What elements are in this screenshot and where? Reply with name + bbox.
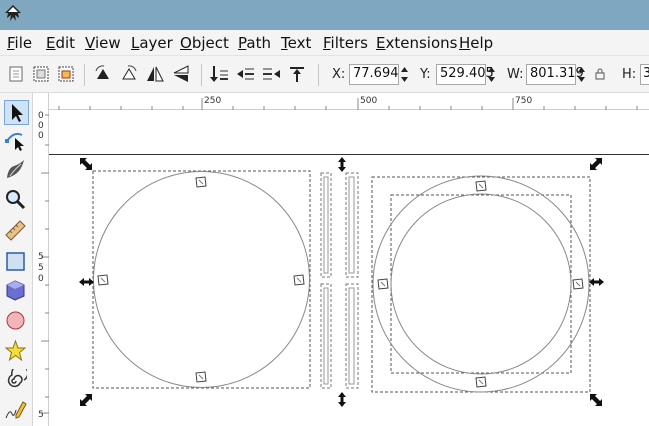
star-tool-icon <box>4 339 27 362</box>
inner-circle-bbox <box>390 194 572 374</box>
spiral-tool-icon <box>7 364 29 388</box>
rectangle-tool-icon <box>6 252 25 271</box>
raise-icon[interactable] <box>260 63 282 85</box>
rectangle-tool[interactable] <box>4 250 29 275</box>
selector-tool-icon <box>12 104 23 122</box>
horizontal-ruler: 250 500 750 <box>49 93 649 110</box>
selector-tool[interactable] <box>4 100 29 125</box>
raise-to-top-icon[interactable] <box>286 63 308 85</box>
tweak-tool-icon <box>7 160 24 178</box>
flip-horizontal-icon[interactable] <box>144 63 166 85</box>
node-handle[interactable] <box>377 278 389 290</box>
menu-layer[interactable]: Layer <box>131 34 173 52</box>
toolbox <box>0 93 33 426</box>
hruler-label: 250 <box>204 96 222 106</box>
scale-handle-bottom[interactable] <box>338 392 346 407</box>
drawing-svg <box>49 154 649 407</box>
node-handle[interactable] <box>293 274 305 286</box>
scale-handle-top-right[interactable] <box>590 158 602 170</box>
scale-handle-bottom-left[interactable] <box>80 394 92 406</box>
menu-text[interactable]: Text <box>281 34 311 52</box>
lock-icon[interactable] <box>593 63 607 85</box>
w-label: W: <box>507 67 524 82</box>
x-input[interactable]: 77.694 <box>349 64 399 85</box>
h-input[interactable]: 3 <box>640 64 649 85</box>
w-spinner-icon[interactable] <box>576 64 587 85</box>
deselect-icon[interactable] <box>55 63 77 85</box>
hruler-label: 750 <box>515 96 533 106</box>
select-all-layers-icon[interactable] <box>30 63 52 85</box>
rotate-ccw-icon[interactable] <box>92 63 114 85</box>
node-handle[interactable] <box>572 278 584 290</box>
canvas[interactable] <box>49 110 649 426</box>
tweak-tool[interactable] <box>4 158 29 183</box>
toolbar-separator <box>201 64 202 86</box>
flip-vertical-icon[interactable] <box>170 63 192 85</box>
vruler-label: 5 <box>38 263 44 273</box>
menu-edit[interactable]: Edit <box>46 34 75 52</box>
menu-filters[interactable]: Filters <box>323 34 368 52</box>
menu-bar: File Edit View Layer Object Path Text Fi… <box>0 30 649 56</box>
node-handle[interactable] <box>195 371 207 383</box>
scale-handle-left[interactable] <box>79 278 94 286</box>
vruler-label: 0 <box>38 111 44 121</box>
right-outer-circle[interactable] <box>372 175 590 393</box>
node-handle[interactable] <box>195 176 207 188</box>
ellipse-tool[interactable] <box>4 309 29 334</box>
vertical-ruler: 0 0 0 5 5 0 5 <box>33 93 49 426</box>
scale-handle-top-left[interactable] <box>80 158 92 170</box>
rotate-cw-icon[interactable] <box>118 63 140 85</box>
x-label: X: <box>332 67 346 82</box>
inkscape-logo-icon <box>5 5 21 21</box>
node-handle[interactable] <box>475 180 487 192</box>
vruler-label: 5 <box>38 252 44 262</box>
pencil-tool-icon <box>5 401 27 419</box>
y-label: Y: <box>420 67 431 82</box>
title-bar <box>0 0 649 30</box>
node-tool[interactable] <box>4 129 29 154</box>
scale-handle-top[interactable] <box>338 157 346 172</box>
measure-tool[interactable] <box>4 219 29 244</box>
w-input[interactable]: 801.319 <box>526 64 584 85</box>
menu-help[interactable]: Help <box>459 34 493 52</box>
node-tool-icon <box>5 132 24 151</box>
star-tool[interactable] <box>4 339 29 364</box>
menu-path[interactable]: Path <box>238 34 271 52</box>
3d-box-tool[interactable] <box>4 279 29 304</box>
scale-handle-bottom-right[interactable] <box>590 394 602 406</box>
node-handle[interactable] <box>97 274 109 286</box>
pencil-tool[interactable] <box>4 398 29 423</box>
measure-tool-icon <box>5 220 26 241</box>
lower-to-bottom-icon[interactable] <box>208 63 230 85</box>
right-inner-circle[interactable] <box>390 193 572 375</box>
menu-view[interactable]: View <box>85 34 121 52</box>
menu-extensions[interactable]: Extensions <box>376 34 457 52</box>
left-circle-bbox <box>92 170 311 389</box>
menu-file[interactable]: File <box>7 34 32 52</box>
ellipse-tool-icon <box>6 311 25 330</box>
vruler-label: 0 <box>38 121 44 131</box>
h-label: H: <box>622 67 637 82</box>
scale-handle-right[interactable] <box>589 278 604 286</box>
node-handle[interactable] <box>475 376 487 388</box>
zoom-tool-icon <box>6 190 26 210</box>
spiral-tool[interactable] <box>4 364 29 394</box>
y-spinner-icon[interactable] <box>486 64 497 85</box>
vruler-label: 0 <box>38 274 44 284</box>
hruler-label: 500 <box>360 96 378 106</box>
vruler-label: 5 <box>38 410 44 420</box>
middle-bars[interactable] <box>320 172 359 389</box>
y-input[interactable]: 529.405 <box>436 64 494 85</box>
toolbar-separator <box>84 64 85 86</box>
lower-icon[interactable] <box>234 63 256 85</box>
select-all-icon[interactable] <box>5 63 27 85</box>
x-spinner-icon[interactable] <box>399 64 410 85</box>
toolbar-separator <box>318 64 319 86</box>
tool-controls-bar: X: 77.694 Y: 529.405 W: 801.319 H: 3 <box>0 56 649 93</box>
3d-box-tool-icon <box>6 280 25 301</box>
zoom-tool[interactable] <box>4 188 29 213</box>
vruler-label: 0 <box>38 131 44 141</box>
menu-object[interactable]: Object <box>180 34 229 52</box>
left-circle[interactable] <box>93 171 310 388</box>
